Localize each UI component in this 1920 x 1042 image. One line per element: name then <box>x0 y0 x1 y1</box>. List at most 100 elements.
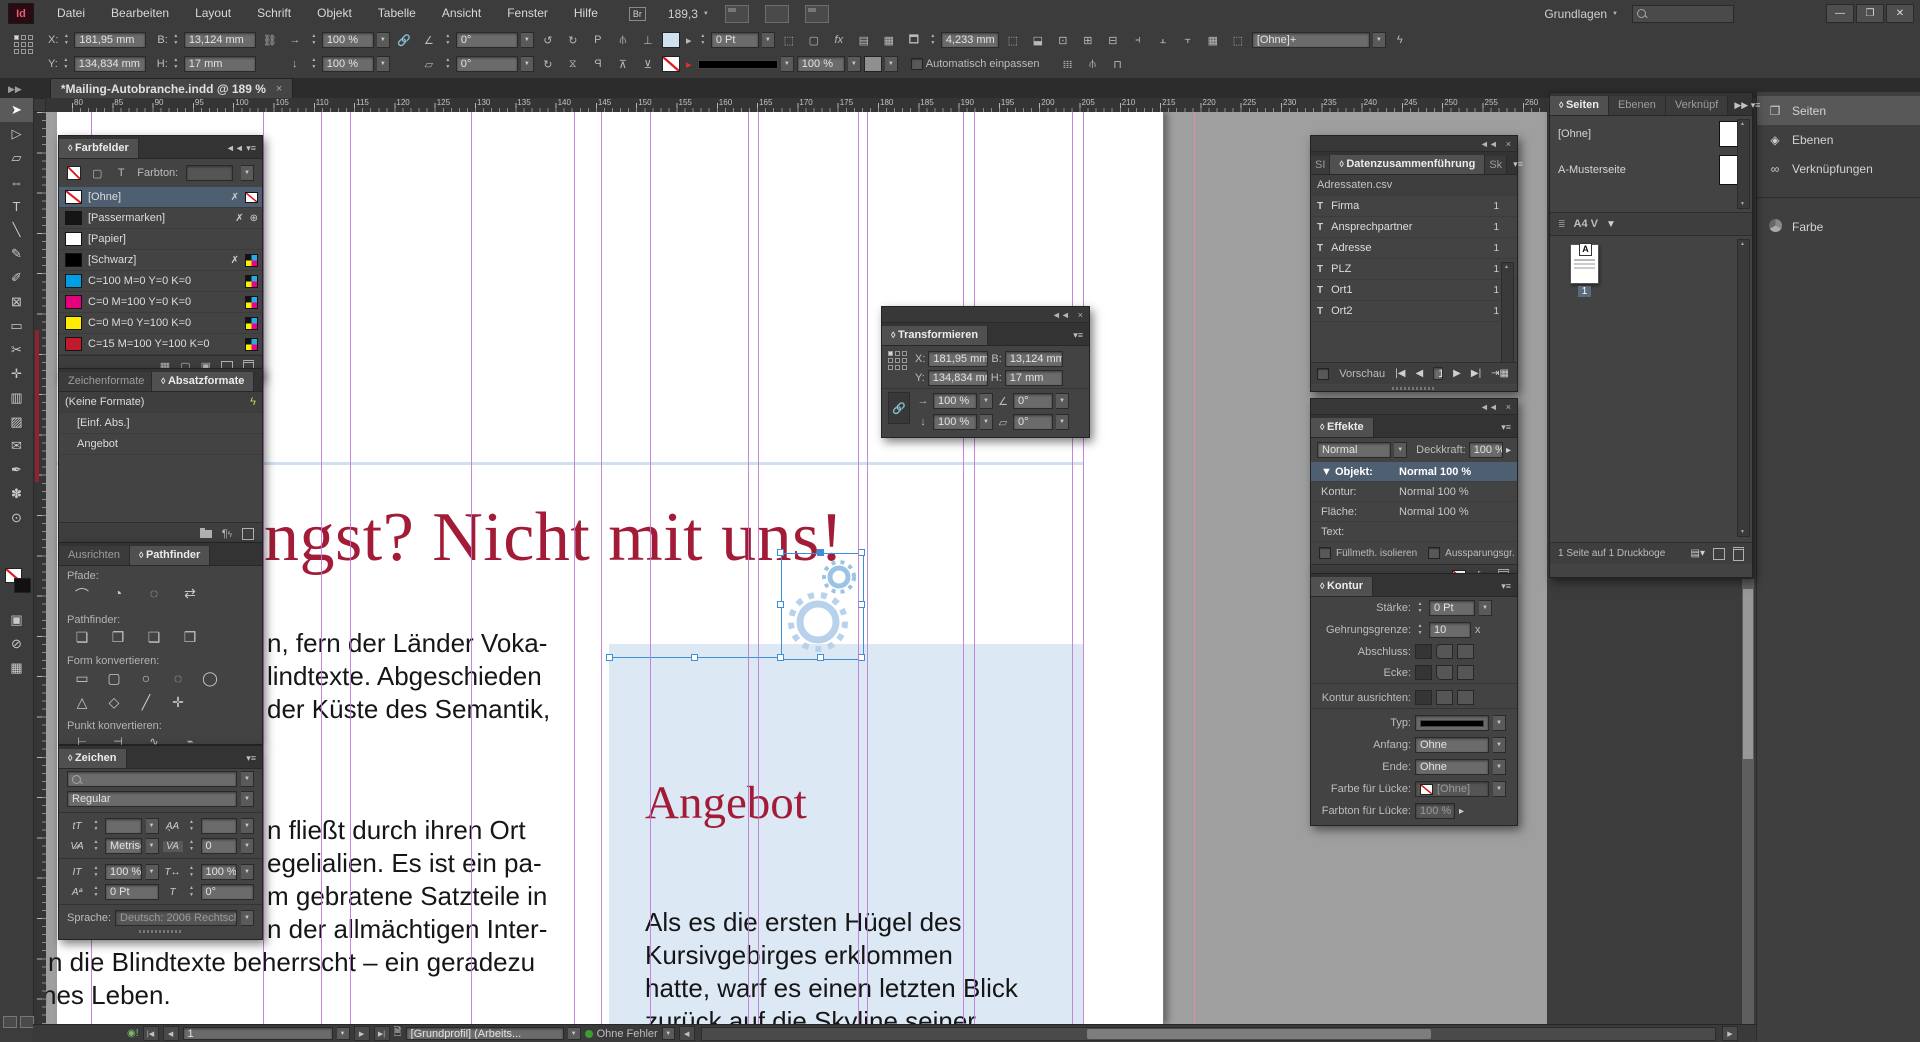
page-number-label[interactable]: 1 <box>1578 286 1591 297</box>
miter-field[interactable]: 10 <box>1429 622 1471 638</box>
arrange-documents-icon[interactable] <box>805 5 829 23</box>
tab-zeichenformate[interactable]: Zeichenformate <box>59 372 152 391</box>
data-merge-scrollbar[interactable] <box>1501 262 1514 370</box>
object-style-icon[interactable]: ⬚ <box>1227 31 1249 49</box>
data-field-row[interactable]: TOrt11 <box>1311 280 1517 301</box>
effects-row[interactable]: Text: <box>1311 522 1517 542</box>
baseline-spinner[interactable] <box>91 884 101 900</box>
hscale-dropdown[interactable] <box>241 864 254 880</box>
direct-selection-tool[interactable]: ▷ <box>0 122 33 146</box>
font-style-field[interactable]: Regular <box>67 791 237 807</box>
weight-dropdown[interactable] <box>1479 600 1492 616</box>
stroke-flyout[interactable]: ▸ <box>683 55 695 73</box>
scroll-right-button[interactable]: ▶ <box>1722 1026 1738 1041</box>
reference-point-proxy[interactable] <box>14 35 35 56</box>
shear-field[interactable]: 0° <box>456 56 518 72</box>
width-spinner[interactable] <box>171 32 181 48</box>
stroke-weight-field[interactable]: 0 Pt <box>711 32 759 48</box>
column-guide[interactable] <box>858 112 859 1024</box>
eyedropper-tool[interactable]: ✒ <box>0 458 33 482</box>
column-guide[interactable] <box>974 112 975 1024</box>
panel-expand-icon[interactable]: ▶▶ <box>8 84 22 95</box>
transform-scalex-field[interactable]: 100 % <box>933 393 977 409</box>
master-item[interactable]: A-Musterseite <box>1550 152 1752 188</box>
tab-fragment-right[interactable]: Sk <box>1485 156 1507 174</box>
x-spinner[interactable] <box>61 32 71 48</box>
blend-mode-dropdown[interactable] <box>1394 442 1407 458</box>
quick-apply-icon[interactable]: ϟ <box>250 396 256 408</box>
tab-zeichen[interactable]: Zeichen <box>59 749 127 768</box>
stroke-type-preview[interactable] <box>698 60 778 69</box>
hscale-spinner[interactable] <box>187 864 197 880</box>
baseline-field[interactable]: 0 Pt <box>105 884 159 900</box>
column-guide[interactable] <box>1083 112 1084 1024</box>
stroke-weight-dropdown[interactable] <box>762 32 775 48</box>
vertical-ruler[interactable] <box>33 112 47 1024</box>
record-number-field[interactable]: 1 <box>1433 367 1443 380</box>
page-size-dropdown[interactable]: ▼ <box>1606 219 1616 230</box>
merge-records-icon[interactable]: ⇥▦ <box>1491 368 1509 379</box>
distribute-3-icon[interactable]: ⊓ <box>1107 55 1129 73</box>
join-bevel-icon[interactable] <box>1457 665 1474 680</box>
weight-spinner[interactable] <box>1415 600 1425 616</box>
scale-y-field[interactable]: 100 % <box>322 56 374 72</box>
page-number-field[interactable]: 1 <box>183 1027 333 1040</box>
horizontal-scrollbar[interactable] <box>701 1027 1716 1041</box>
tab-transformieren[interactable]: Transformieren <box>882 326 988 345</box>
hscale-field[interactable]: 100 % <box>201 864 238 880</box>
leading-field[interactable] <box>201 818 238 834</box>
autofit-checkbox[interactable] <box>911 58 923 70</box>
font-size-field[interactable] <box>105 818 142 834</box>
distribute-2-icon[interactable]: ⫛ <box>1082 55 1104 73</box>
transform-y-field[interactable]: 134,834 mm <box>928 370 988 386</box>
swatch-row[interactable]: C=0 M=0 Y=100 K=0 <box>59 313 262 334</box>
data-field-row[interactable]: TOrt21 <box>1311 301 1517 322</box>
restore-button[interactable]: ❐ <box>1856 4 1884 23</box>
convert-line-icon[interactable]: ╱ <box>137 694 155 711</box>
column-guide[interactable] <box>350 112 351 1024</box>
wrap-bounding-icon[interactable]: ▦ <box>878 31 900 49</box>
blend-mode-field[interactable]: Normal <box>1317 442 1391 458</box>
center-content-icon[interactable]: ⊟ <box>1102 31 1124 49</box>
new-page-icon[interactable] <box>1713 548 1725 560</box>
style-group-icon[interactable] <box>200 530 212 538</box>
flip-horizontal-icon[interactable]: P <box>587 31 609 49</box>
masters-scrollbar[interactable] <box>1737 119 1750 209</box>
edit-page-size-icon[interactable]: ▤▾ <box>1691 548 1705 559</box>
close-path-icon[interactable]: ◌ <box>145 585 163 605</box>
transform-rotate-field[interactable]: 0° <box>1013 393 1053 409</box>
height-spinner[interactable] <box>171 56 181 72</box>
tab-ebenen[interactable]: Ebenen <box>1609 96 1666 115</box>
stroke-color-swatch[interactable] <box>662 56 680 72</box>
end-field[interactable]: Ohne <box>1415 759 1489 775</box>
panel-menu-icon[interactable]: ▾≡ <box>246 143 256 153</box>
screen-mode-icon[interactable] <box>765 5 789 23</box>
transform-w-field[interactable]: 13,124 mm <box>1005 351 1063 367</box>
corner-options-icon[interactable]: ⬚ <box>778 31 800 49</box>
pencil-tool[interactable]: ✐ <box>0 266 33 290</box>
note-tool[interactable]: ✉ <box>0 434 33 458</box>
mini-bridge-icon[interactable] <box>725 5 749 23</box>
rotation-field[interactable]: 0° <box>456 32 518 48</box>
convert-beveled-icon[interactable]: ○ <box>137 670 155 687</box>
column-guide[interactable] <box>321 112 322 1024</box>
page-thumbnail[interactable]: A <box>1570 244 1599 284</box>
collapse-icon[interactable]: ◄◄ <box>1480 402 1498 412</box>
panel-resize-grip[interactable] <box>1311 385 1517 391</box>
y-field[interactable]: 134,834 mm <box>74 56 146 72</box>
text-button[interactable]: T <box>113 164 129 182</box>
close-icon[interactable]: × <box>1506 139 1511 149</box>
bridge-button[interactable]: Br <box>629 7 646 21</box>
wrap-none-icon[interactable]: ▤ <box>853 31 875 49</box>
stroke-proxy-swatch[interactable] <box>14 578 31 593</box>
tracking-spinner[interactable] <box>187 838 197 854</box>
selection-tool[interactable]: ➤ <box>0 98 33 122</box>
pasteboard-icon[interactable] <box>20 1016 34 1028</box>
swatch-row[interactable]: [Ohne]✗ <box>59 187 262 208</box>
stroke-type-dropdown[interactable] <box>781 56 794 72</box>
normal-view-button[interactable]: ▦ <box>0 656 33 680</box>
rectangle-tool[interactable]: ▭ <box>0 314 33 338</box>
miter-spinner[interactable] <box>1415 622 1425 638</box>
first-page-button[interactable]: |◀ <box>143 1026 159 1041</box>
gradient-dropdown[interactable] <box>885 56 898 72</box>
